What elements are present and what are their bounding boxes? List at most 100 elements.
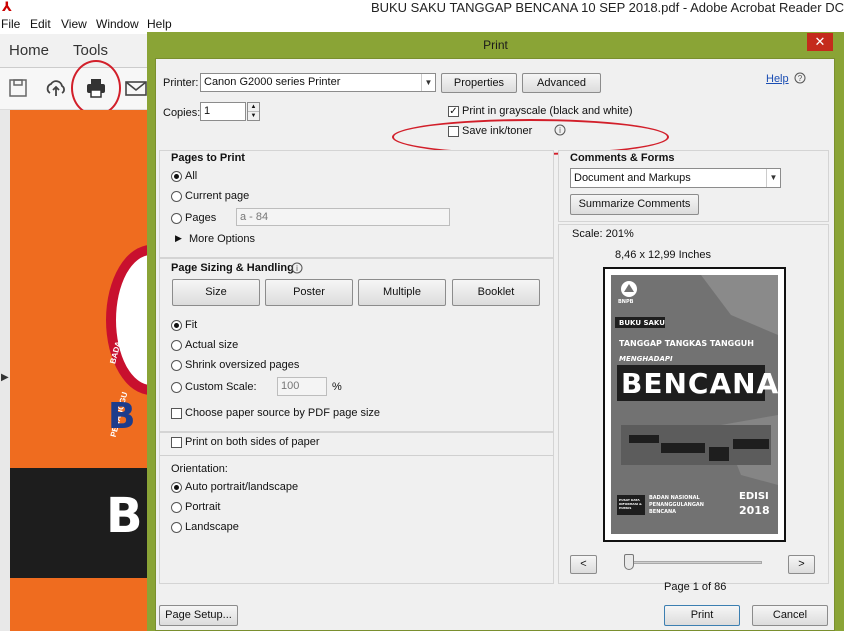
summarize-comments-button[interactable]: Summarize Comments [570,194,699,215]
grayscale-checkbox[interactable]: ✓ [448,106,459,117]
radio-custom-scale[interactable] [171,382,182,393]
percent-label: % [332,381,342,393]
comments-forms-select[interactable]: Document and Markups ▼ [570,168,781,188]
help-link[interactable]: Help [766,73,789,85]
page-sizing-heading: Page Sizing & Handling [171,262,294,274]
duplex-label: Print on both sides of paper [185,436,320,448]
radio-actual-size[interactable] [171,340,182,351]
pages-range-input[interactable]: a - 84 [236,208,450,226]
next-page-button[interactable]: > [788,555,815,574]
radio-landscape[interactable] [171,522,182,533]
radio-pages-label: Pages [185,212,217,224]
more-options-toggle[interactable]: More Options [189,233,255,245]
properties-button[interactable]: Properties [441,73,517,93]
advanced-button[interactable]: Advanced [522,73,601,93]
stepper-up-icon[interactable]: ▲ [248,103,259,112]
duplex-checkbox[interactable] [171,437,182,448]
cover-year: 2018 [739,504,770,517]
print-dialog-title-bar[interactable]: Print ✕ [147,32,844,58]
left-panel-toggle[interactable]: ▶ [0,110,10,631]
chevron-down-icon: ▼ [766,169,780,187]
orientation-heading: Orientation: [171,463,228,475]
save-icon[interactable] [6,76,30,100]
help-icon[interactable]: ? [794,72,806,84]
preview-dimensions: 8,46 x 12,99 Inches [615,249,712,261]
paper-source-checkbox[interactable] [171,408,182,419]
printer-label: Printer: [163,77,199,89]
tab-home[interactable]: Home [9,42,49,59]
app-tab-bar: Home Tools [0,34,150,68]
radio-auto-orientation[interactable] [171,482,182,493]
copies-stepper[interactable]: ▲ ▼ [247,102,260,121]
radio-current-page-label: Current page [185,190,250,202]
menu-window[interactable]: Window [96,17,139,31]
cover-badan-line2: PENANGGULANGAN [649,502,704,508]
upload-cloud-icon[interactable] [44,76,68,100]
tab-tools[interactable]: Tools [73,42,108,59]
cover-edisi: EDISI [739,491,769,502]
cover-org: BNPB [618,299,634,305]
printer-select[interactable]: Canon G2000 series Printer ▼ [200,73,436,92]
radio-all-label: All [185,170,198,182]
menu-file[interactable]: File [1,17,20,31]
acrobat-logo-icon: ⅄ [2,0,12,14]
print-button[interactable]: Print [664,605,740,626]
radio-shrink-oversized[interactable] [171,360,182,371]
document-page[interactable]: BADA PENANGGU B BU [10,110,150,631]
close-icon: ✕ [814,34,826,49]
email-icon[interactable] [124,76,148,100]
cancel-button[interactable]: Cancel [752,605,828,626]
bnpb-seal-logo [106,245,150,395]
stepper-down-icon[interactable]: ▼ [248,112,259,120]
radio-fit[interactable] [171,320,182,331]
prev-page-button[interactable]: < [570,555,597,574]
copies-input[interactable]: 1 [200,102,246,121]
menu-view[interactable]: View [61,17,87,31]
copies-label: Copies: [163,107,201,119]
radio-shrink-oversized-label: Shrink oversized pages [185,359,300,371]
multiple-button[interactable]: Multiple [358,279,446,306]
poster-button[interactable]: Poster [265,279,353,306]
app-window-title: BUKU SAKU TANGGAP BENCANA 10 SEP 2018.pd… [370,0,844,15]
radio-portrait[interactable] [171,502,182,513]
radio-fit-label: Fit [185,319,198,331]
radio-all[interactable] [171,171,182,182]
cover-title: BENCANA [621,367,778,400]
page-preview: BNPB BUKU SAKU TANGGAP TANGKAS TANGGUH M… [603,267,786,542]
close-button[interactable]: ✕ [807,33,833,51]
app-title-bar: ⅄ BUKU SAKU TANGGAP BENCANA 10 SEP 2018.… [0,0,844,16]
pages-to-print-heading: Pages to Print [171,152,245,164]
grayscale-label: Print in grayscale (black and white) [462,105,633,117]
doc-text-bu: BU [106,488,150,544]
print-dialog: Print ✕ Printer: Canon G2000 series Prin… [147,32,844,631]
menu-help[interactable]: Help [147,17,172,31]
svg-text:?: ? [798,74,803,83]
radio-portrait-label: Portrait [185,501,221,513]
booklet-button[interactable]: Booklet [452,279,540,306]
print-dialog-body: Printer: Canon G2000 series Printer ▼ Pr… [155,58,835,631]
radio-current-page[interactable] [171,191,182,202]
page-setup-button[interactable]: Page Setup... [159,605,238,626]
page-count: Page 1 of 86 [664,581,727,593]
menu-edit[interactable]: Edit [30,17,51,31]
divider [160,455,553,456]
cover-pusat: PUSAT DATA INFORMASI & HUMAS [619,498,642,510]
cover-badan-line1: BADAN NASIONAL [649,495,700,501]
cover-tagline: TANGGAP TANGKAS TANGGUH [619,339,754,348]
cover-badan-line3: BENCANA [649,509,677,515]
page-slider-track[interactable] [626,561,762,564]
radio-auto-orientation-label: Auto portrait/landscape [185,481,299,493]
printer-select-value: Canon G2000 series Printer [204,76,341,88]
print-icon-highlight-circle [71,60,121,116]
more-options-triangle-icon[interactable]: ▶ [175,233,182,244]
svg-text:i: i [296,264,298,273]
cover-buku-saku: BUKU SAKU [619,319,665,327]
radio-pages[interactable] [171,213,182,224]
page-slider-thumb[interactable] [623,554,634,570]
comments-forms-heading: Comments & Forms [570,152,675,164]
sizing-info-icon[interactable]: i [291,262,303,274]
custom-scale-input[interactable]: 100 [277,377,327,396]
print-dialog-title: Print [483,38,508,52]
size-button[interactable]: Size [172,279,260,306]
radio-landscape-label: Landscape [185,521,239,533]
